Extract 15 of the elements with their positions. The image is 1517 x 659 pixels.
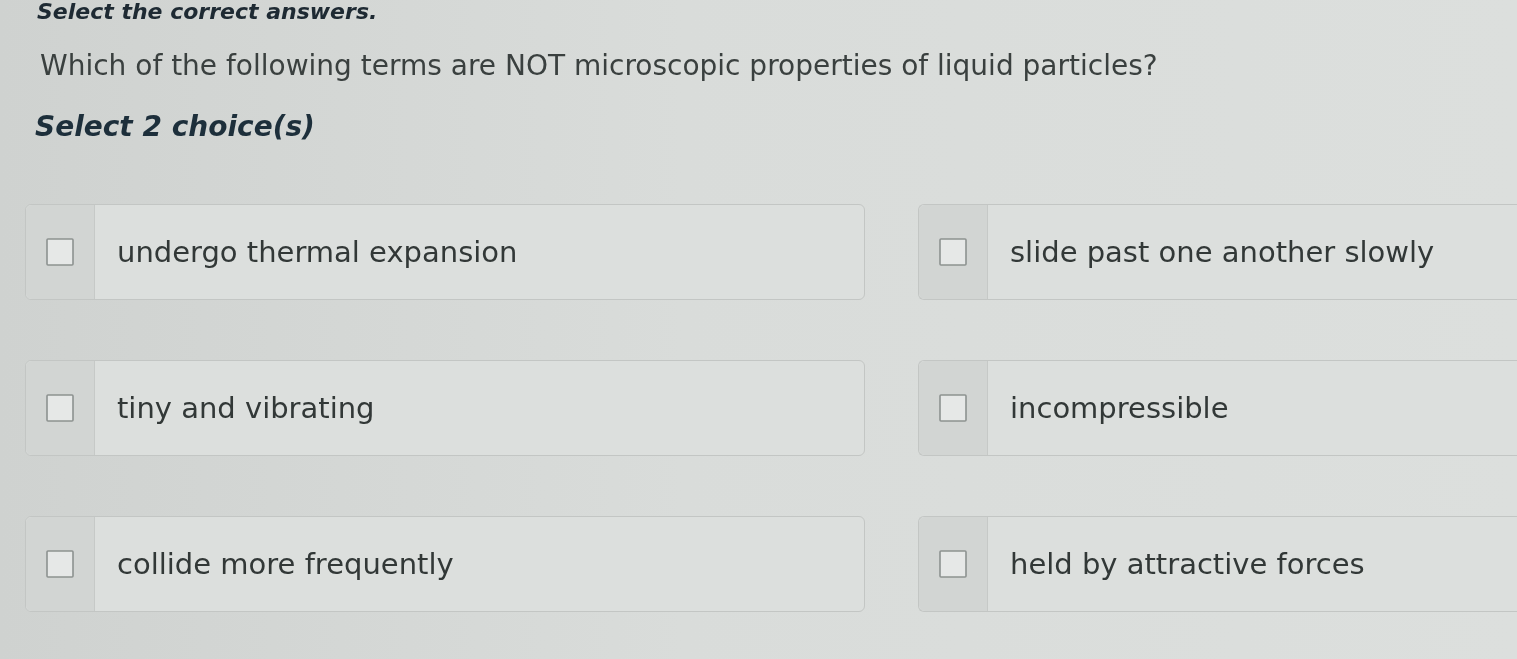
checkbox[interactable] (46, 550, 74, 578)
checkbox[interactable] (939, 238, 967, 266)
checkbox[interactable] (46, 394, 74, 422)
instructions-text: Select the correct answers. (37, 0, 378, 24)
answer-text: collide more frequently (117, 546, 454, 582)
answer-text: tiny and vibrating (117, 390, 375, 426)
checkbox[interactable] (46, 238, 74, 266)
checkbox[interactable] (939, 550, 967, 578)
answer-text: undergo thermal expansion (117, 234, 518, 270)
question-text: Which of the following terms are NOT microscopic properties of liquid particles? (40, 48, 1159, 84)
answer-text: slide past one another slowly (1010, 234, 1435, 270)
checkbox[interactable] (939, 394, 967, 422)
select-count-text: Select 2 choice(s) (35, 109, 316, 145)
answer-text: held by attractive forces (1010, 546, 1365, 582)
answer-text: incompressible (1010, 390, 1229, 426)
